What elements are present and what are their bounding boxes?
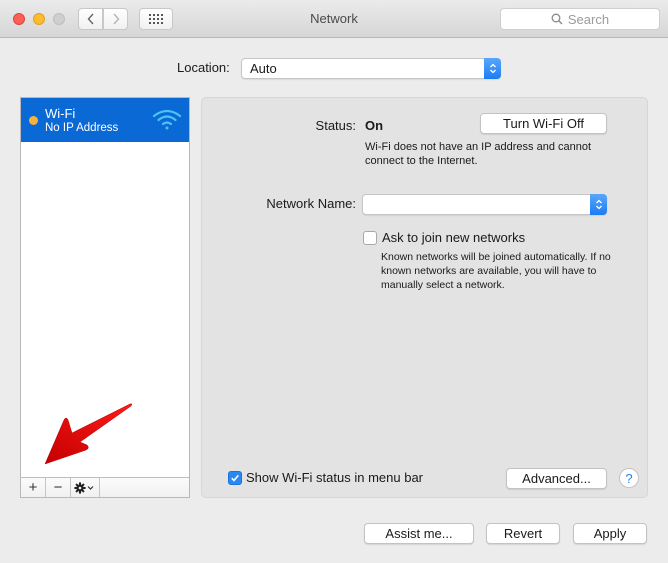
show-wifi-status-label: Show Wi-Fi status in menu bar [246,470,424,485]
question-mark-icon: ? [625,470,633,486]
plus-icon: + [28,479,38,496]
action-menu-button[interactable] [71,478,100,497]
popup-stepper-icon [590,194,607,215]
title-bar: Network Search [0,0,668,38]
add-service-button[interactable]: + [21,478,46,497]
wifi-icon [152,109,182,130]
network-name-label: Network Name: [266,196,356,211]
location-label: Location: [177,60,230,75]
turn-wifi-off-button[interactable]: Turn Wi-Fi Off [480,113,607,134]
location-popup[interactable]: Auto [241,58,501,79]
apply-button[interactable]: Apply [573,523,647,544]
remove-service-button[interactable]: − [46,478,71,497]
ask-to-join-checkbox[interactable] [363,231,377,245]
popup-stepper-icon [484,58,501,79]
service-item-wifi[interactable]: Wi-Fi No IP Address [21,98,189,142]
search-field[interactable]: Search [500,8,660,30]
chevron-down-icon [87,485,94,490]
status-value: On [365,118,384,133]
gear-icon [74,481,94,494]
show-wifi-status-checkbox[interactable] [228,471,242,485]
status-description: Wi-Fi does not have an IP address and ca… [365,141,592,167]
ask-to-join-description: Known networks will be joined automatica… [381,251,611,291]
service-list-toolbar: + − [21,477,189,497]
revert-button[interactable]: Revert [486,523,560,544]
ask-to-join-label: Ask to join new networks [382,230,526,245]
network-name-popup[interactable] [362,194,607,215]
annotation-arrow-icon [44,403,133,465]
checkmark-icon [231,474,239,482]
search-placeholder: Search [567,11,610,27]
help-button[interactable]: ? [619,468,639,488]
minus-icon: − [53,479,63,496]
location-value: Auto [250,61,277,76]
assist-me-button[interactable]: Assist me... [364,523,474,544]
service-name: Wi-Fi [45,106,76,121]
status-label: Status: [315,118,356,133]
advanced-button[interactable]: Advanced... [506,468,607,489]
service-status: No IP Address [45,122,119,134]
search-icon [551,13,563,25]
status-dot-icon [29,116,38,125]
